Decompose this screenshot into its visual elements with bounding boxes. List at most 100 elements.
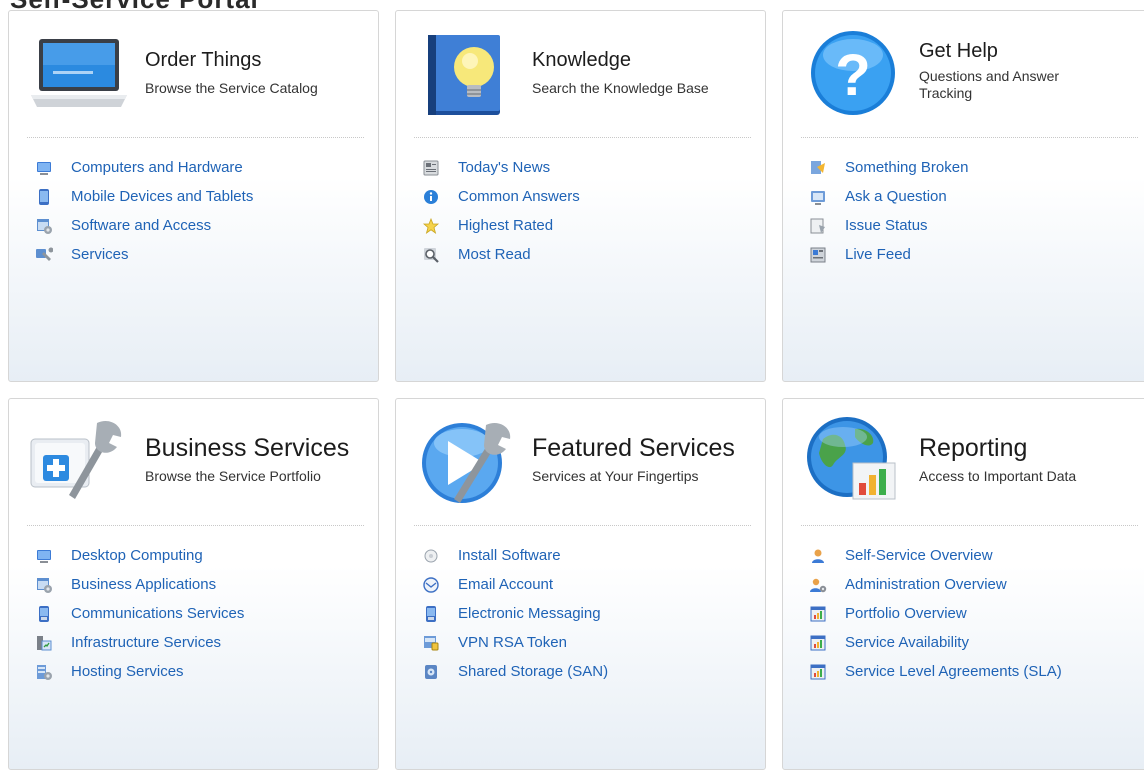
list-item[interactable]: Shared Storage (SAN): [416, 657, 755, 686]
list-item[interactable]: Highest Rated: [416, 211, 755, 240]
list-item[interactable]: Software and Access: [29, 211, 368, 240]
link-shared-storage-san[interactable]: Shared Storage (SAN): [458, 663, 608, 680]
bar-chart-icon: [809, 605, 827, 623]
application-icon: [35, 576, 53, 594]
divider: [801, 525, 1138, 526]
laptop-icon[interactable]: [29, 25, 129, 119]
link-common-answers[interactable]: Common Answers: [458, 188, 580, 205]
list-item[interactable]: Electronic Messaging: [416, 599, 755, 628]
divider: [27, 137, 364, 138]
phone-icon: [35, 605, 53, 623]
link-service-level-agreements[interactable]: Service Level Agreements (SLA): [845, 663, 1062, 680]
book-lightbulb-icon[interactable]: [416, 25, 516, 119]
card-title[interactable]: Business Services: [145, 434, 349, 462]
link-ask-a-question[interactable]: Ask a Question: [845, 188, 947, 205]
list-item[interactable]: Ask a Question: [803, 182, 1142, 211]
svg-text:?: ?: [835, 43, 870, 108]
list-item[interactable]: VPN RSA Token: [416, 628, 755, 657]
broken-item-icon: [809, 159, 827, 177]
list-item[interactable]: Hosting Services: [29, 657, 368, 686]
list-item[interactable]: Issue Status: [803, 211, 1142, 240]
list-item[interactable]: Business Applications: [29, 570, 368, 599]
phone-icon: [422, 605, 440, 623]
link-business-applications[interactable]: Business Applications: [71, 576, 216, 593]
services-icon: [35, 246, 53, 264]
card-title[interactable]: Knowledge: [532, 48, 631, 72]
link-self-service-overview[interactable]: Self-Service Overview: [845, 547, 993, 564]
card-business-services: Business Services Browse the Service Por…: [8, 398, 379, 770]
link-something-broken[interactable]: Something Broken: [845, 159, 968, 176]
list-item[interactable]: Today's News: [416, 153, 755, 182]
storage-icon: [422, 663, 440, 681]
disc-icon: [422, 547, 440, 565]
globe-chart-icon[interactable]: [803, 413, 903, 507]
link-electronic-messaging[interactable]: Electronic Messaging: [458, 605, 601, 622]
list-item[interactable]: Email Account: [416, 570, 755, 599]
link-most-read[interactable]: Most Read: [458, 246, 531, 263]
divider: [414, 525, 751, 526]
monitor-icon: [35, 159, 53, 177]
link-infrastructure-services[interactable]: Infrastructure Services: [71, 634, 221, 651]
list-item[interactable]: Install Software: [416, 541, 755, 570]
card-title[interactable]: Featured Services: [532, 434, 735, 462]
list-item[interactable]: Service Availability: [803, 628, 1142, 657]
link-computers-and-hardware[interactable]: Computers and Hardware: [71, 159, 243, 176]
link-install-software[interactable]: Install Software: [458, 547, 561, 564]
link-communications-services[interactable]: Communications Services: [71, 605, 244, 622]
list-item[interactable]: Communications Services: [29, 599, 368, 628]
link-service-availability[interactable]: Service Availability: [845, 634, 969, 651]
divider: [801, 137, 1138, 138]
link-issue-status[interactable]: Issue Status: [845, 217, 928, 234]
list-item[interactable]: Services: [29, 240, 368, 269]
list-item[interactable]: Mobile Devices and Tablets: [29, 182, 368, 211]
link-todays-news[interactable]: Today's News: [458, 159, 550, 176]
link-software-and-access[interactable]: Software and Access: [71, 217, 211, 234]
link-highest-rated[interactable]: Highest Rated: [458, 217, 553, 234]
list-item[interactable]: Administration Overview: [803, 570, 1142, 599]
newspaper-icon: [422, 159, 440, 177]
divider: [27, 525, 364, 526]
card-knowledge: Knowledge Search the Knowledge Base Toda…: [395, 10, 766, 382]
question-box-icon: [809, 188, 827, 206]
list-item[interactable]: Service Level Agreements (SLA): [803, 657, 1142, 686]
list-item[interactable]: Common Answers: [416, 182, 755, 211]
card-title[interactable]: Order Things: [145, 48, 261, 72]
link-desktop-computing[interactable]: Desktop Computing: [71, 547, 203, 564]
infrastructure-icon: [35, 634, 53, 652]
list-item[interactable]: Portfolio Overview: [803, 599, 1142, 628]
add-tool-icon[interactable]: [29, 413, 129, 507]
list-item[interactable]: Infrastructure Services: [29, 628, 368, 657]
question-mark-icon[interactable]: ?: [803, 25, 903, 119]
bar-chart-icon: [809, 634, 827, 652]
play-tool-icon[interactable]: [416, 413, 516, 507]
card-title[interactable]: Get Help: [919, 39, 998, 63]
link-mobile-devices-and-tablets[interactable]: Mobile Devices and Tablets: [71, 188, 253, 205]
list-item[interactable]: Computers and Hardware: [29, 153, 368, 182]
tablet-icon: [35, 188, 53, 206]
user-icon: [809, 547, 827, 565]
card-subtitle: Search the Knowledge Base: [532, 80, 709, 96]
card-reporting: Reporting Access to Important Data Self-…: [782, 398, 1144, 770]
list-item[interactable]: Live Feed: [803, 240, 1142, 269]
list-item[interactable]: Most Read: [416, 240, 755, 269]
link-administration-overview[interactable]: Administration Overview: [845, 576, 1007, 593]
list-item[interactable]: Self-Service Overview: [803, 541, 1142, 570]
email-icon: [422, 576, 440, 594]
link-services[interactable]: Services: [71, 246, 129, 263]
monitor-icon: [35, 547, 53, 565]
link-email-account[interactable]: Email Account: [458, 576, 553, 593]
page-heading-text: Self-Service Portal: [10, 0, 259, 10]
software-icon: [35, 217, 53, 235]
list-item[interactable]: Desktop Computing: [29, 541, 368, 570]
status-icon: [809, 217, 827, 235]
link-hosting-services[interactable]: Hosting Services: [71, 663, 184, 680]
divider: [414, 137, 751, 138]
feed-icon: [809, 246, 827, 264]
card-title[interactable]: Reporting: [919, 434, 1027, 462]
link-vpn-rsa-token[interactable]: VPN RSA Token: [458, 634, 567, 651]
list-item[interactable]: Something Broken: [803, 153, 1142, 182]
card-featured-services: Featured Services Services at Your Finge…: [395, 398, 766, 770]
link-live-feed[interactable]: Live Feed: [845, 246, 911, 263]
token-icon: [422, 634, 440, 652]
link-portfolio-overview[interactable]: Portfolio Overview: [845, 605, 967, 622]
